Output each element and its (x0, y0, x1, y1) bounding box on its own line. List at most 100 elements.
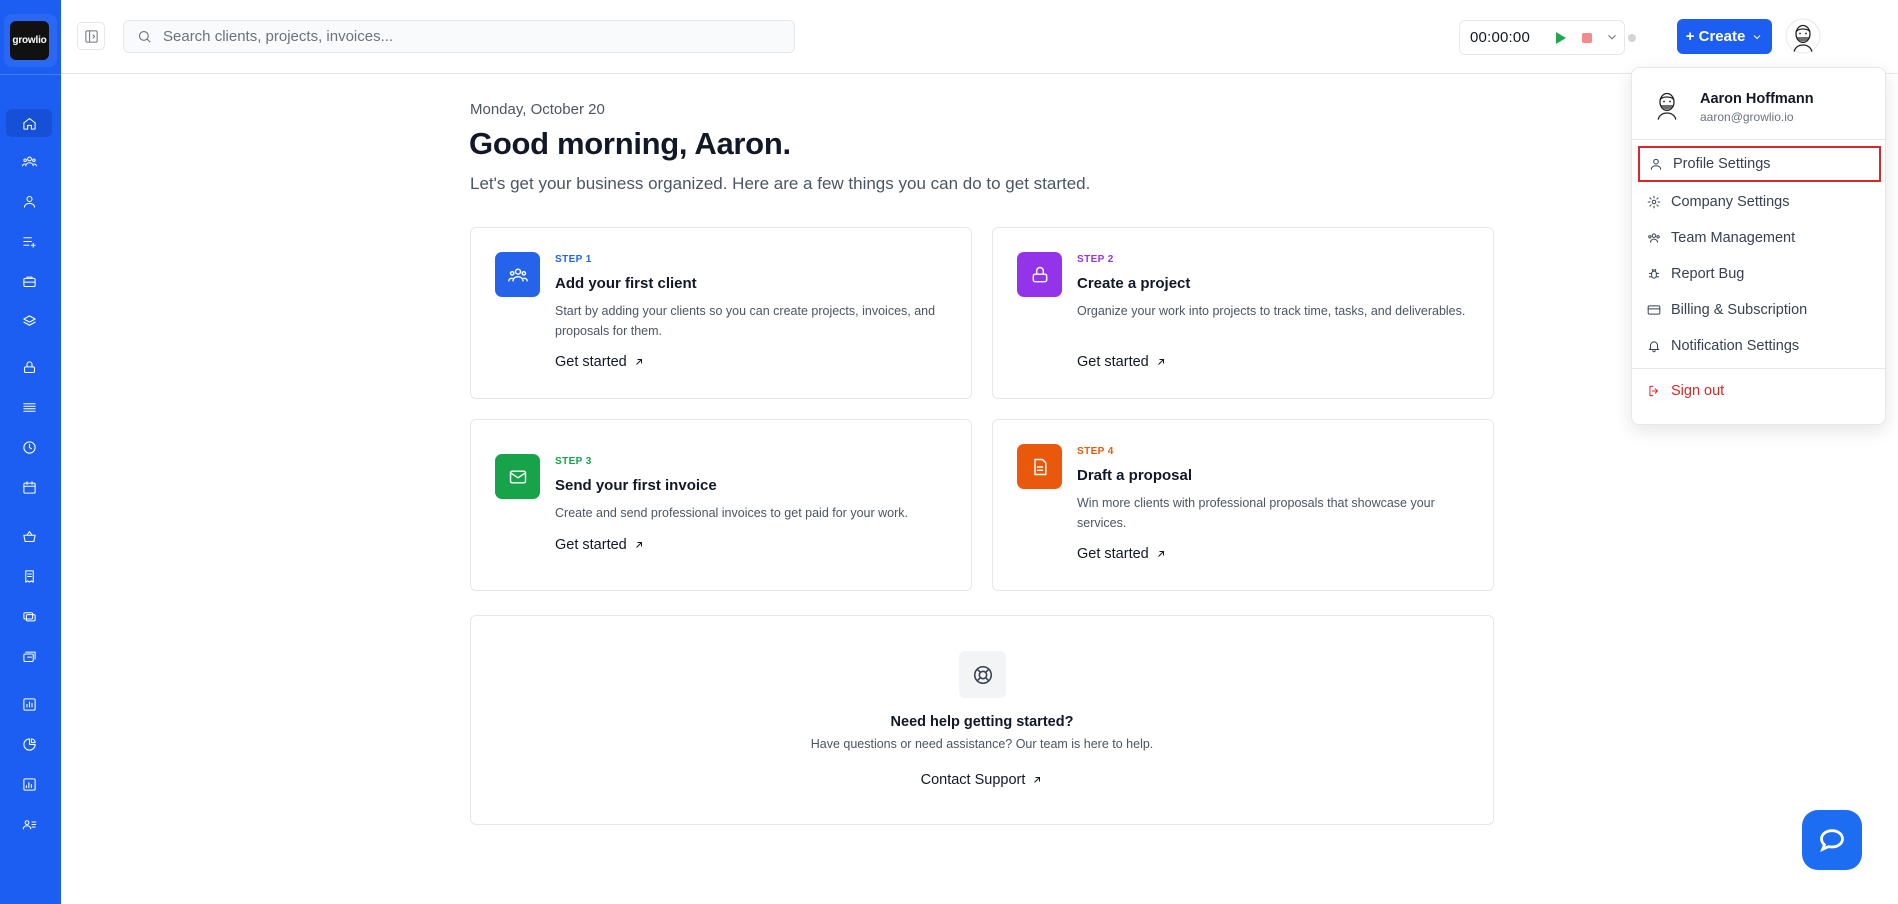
menu-item-notification-settings[interactable]: Notification Settings (1638, 328, 1881, 364)
user-list-icon (22, 819, 36, 829)
arrow-up-right-icon (635, 542, 642, 548)
brand-logo[interactable]: growlio (10, 21, 49, 60)
sidebar-item-clients[interactable] (6, 147, 52, 175)
menu-item-label: Notification Settings (1671, 338, 1800, 354)
sidebar-divider (0, 74, 61, 75)
search-bar[interactable] (123, 20, 795, 53)
step-icon-box (495, 454, 540, 499)
create-button[interactable]: + Create (1677, 19, 1772, 54)
sidebar-item-expenses[interactable] (6, 642, 52, 670)
avatar (1649, 86, 1685, 122)
sidebar-item-products[interactable] (6, 353, 52, 381)
step-icon-box (495, 252, 540, 297)
search-input[interactable] (163, 28, 763, 45)
sidebar-toggle-button[interactable] (77, 22, 105, 50)
get-started-label: Get started (555, 537, 627, 553)
step-label: STEP 4 (1077, 446, 1114, 457)
list-add-icon (22, 236, 36, 248)
step-title: Create a project (1077, 275, 1191, 292)
sidebar-item-time[interactable] (6, 433, 52, 461)
step-card-create-project: STEP 2 Create a project Organize your wo… (992, 227, 1494, 399)
stop-icon[interactable] (1582, 33, 1592, 43)
menu-item-sign-out[interactable]: Sign out (1638, 373, 1881, 409)
sidebar-item-orders[interactable] (6, 522, 52, 550)
user-name: Aaron Hoffmann (1700, 91, 1814, 107)
bug-icon (1648, 268, 1660, 279)
clients-icon (21, 156, 37, 166)
sidebar-panel-icon (84, 29, 98, 43)
team-icon (1648, 233, 1660, 243)
receipt-icon (24, 569, 34, 583)
sidebar-item-projects[interactable] (6, 267, 52, 295)
help-card: Need help getting started? Have question… (470, 615, 1494, 825)
menu-item-profile-settings[interactable]: Profile Settings (1638, 146, 1881, 182)
get-started-label: Get started (1077, 354, 1149, 370)
help-description: Have questions or need assistance? Our t… (810, 737, 1154, 751)
sidebar-item-layers[interactable] (6, 307, 52, 335)
menu-item-label: Sign out (1671, 383, 1725, 399)
step-label: STEP 3 (555, 456, 592, 467)
step-label: STEP 1 (555, 254, 592, 265)
sign-out-icon (1649, 385, 1658, 397)
user-icon (1650, 158, 1662, 170)
step-description: Start by adding your clients so you can … (555, 304, 936, 338)
document-icon (1033, 458, 1047, 475)
chat-support-button[interactable] (1802, 810, 1862, 870)
avatar-portrait-icon (1785, 18, 1821, 54)
sidebar-item-team[interactable] (6, 810, 52, 838)
sidebar-item-tasks[interactable] (6, 227, 52, 255)
step-description: Win more clients with professional propo… (1077, 496, 1435, 530)
sidebar-item-home[interactable] (6, 109, 52, 137)
page-subtitle: Let's get your business organized. Here … (470, 174, 1091, 193)
step-icon-box (1017, 252, 1062, 297)
lock-box-icon (23, 360, 35, 373)
chat-bubble-icon (1820, 829, 1844, 853)
search-icon (138, 30, 151, 43)
coins-icon (22, 611, 36, 621)
arrow-up-right-icon (1034, 777, 1041, 783)
step-description: Create and send professional invoices to… (555, 506, 908, 520)
basket-icon (22, 530, 36, 542)
clock-icon (22, 440, 36, 454)
chevron-down-icon (1753, 34, 1761, 39)
sidebar-item-payments[interactable] (6, 602, 52, 630)
timer-display: 00:00:00 (1470, 29, 1530, 46)
get-started-label: Get started (1077, 546, 1149, 562)
clients-icon (507, 267, 528, 282)
calendar-icon (22, 480, 36, 494)
menu-item-label: Report Bug (1671, 266, 1745, 282)
layers-icon (22, 314, 36, 326)
step-title: Add your first client (555, 275, 697, 292)
user-menu-header: Aaron Hoffmann aaron@growlio.io (1632, 68, 1885, 140)
avatar-portrait-icon (1657, 92, 1677, 121)
get-started-link[interactable]: Get started (1077, 546, 1167, 562)
step-card-draft-proposal: STEP 4 Draft a proposal Win more clients… (992, 419, 1494, 591)
menu-item-team-management[interactable]: Team Management (1638, 220, 1881, 256)
sidebar-item-analytics[interactable] (6, 730, 52, 758)
user-icon (23, 195, 35, 208)
step-label: STEP 2 (1077, 254, 1114, 265)
user-avatar-button[interactable] (1785, 18, 1821, 54)
timer-dropdown-button[interactable] (1605, 30, 1619, 44)
menu-divider (1632, 368, 1885, 369)
get-started-link[interactable]: Get started (1077, 354, 1167, 370)
sidebar-item-calendar[interactable] (6, 473, 52, 501)
sidebar-item-reports[interactable] (6, 690, 52, 718)
get-started-link[interactable]: Get started (555, 354, 645, 370)
arrow-up-right-icon (1157, 551, 1164, 557)
contact-support-link[interactable]: Contact Support (471, 772, 1493, 788)
sidebar-item-contacts[interactable] (6, 187, 52, 215)
menu-item-label: Profile Settings (1673, 156, 1771, 172)
get-started-link[interactable]: Get started (555, 537, 645, 553)
play-icon[interactable] (1556, 32, 1566, 44)
sidebar-item-statistics[interactable] (6, 770, 52, 798)
menu-item-billing[interactable]: Billing & Subscription (1638, 292, 1881, 328)
bell-icon (1648, 341, 1660, 353)
contact-support-label: Contact Support (920, 772, 1026, 788)
menu-item-company-settings[interactable]: Company Settings (1638, 184, 1881, 220)
sidebar: growlio (0, 0, 61, 904)
sidebar-item-invoices[interactable] (6, 562, 52, 590)
chart-box-icon (22, 697, 36, 711)
sidebar-item-list[interactable] (6, 393, 52, 421)
menu-item-report-bug[interactable]: Report Bug (1638, 256, 1881, 292)
